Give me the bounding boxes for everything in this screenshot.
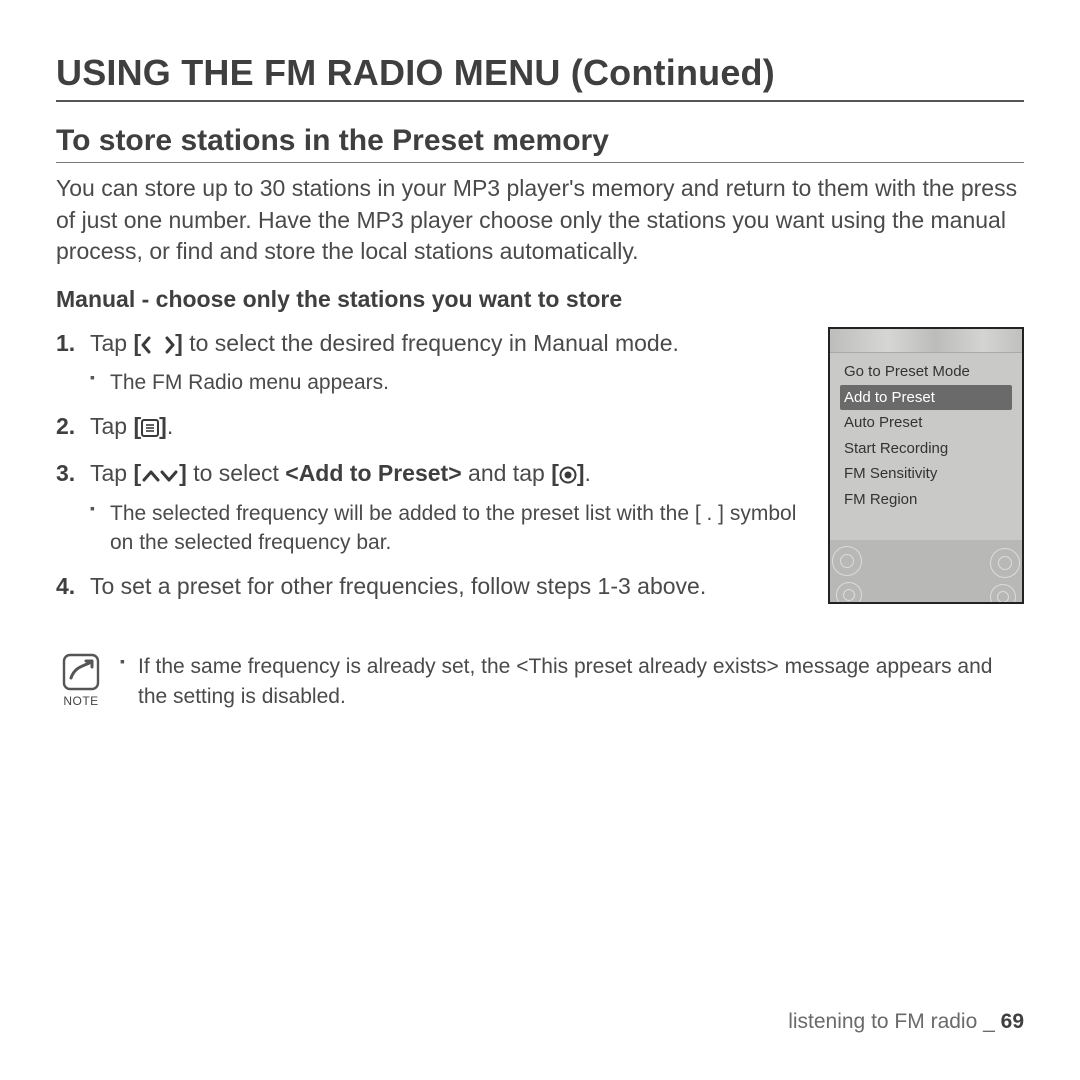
step-1-sub: The FM Radio menu appears. xyxy=(90,368,802,398)
device-menu-list: Go to Preset ModeAdd to PresetAuto Prese… xyxy=(830,353,1022,512)
step-4: To set a preset for other frequencies, f… xyxy=(56,570,802,602)
step-1-text-a: Tap xyxy=(90,330,133,356)
section-heading: To store stations in the Preset memory xyxy=(56,124,1024,163)
page-title: USING THE FM RADIO MENU (Continued) xyxy=(56,52,1024,102)
step-3-text-c: and tap xyxy=(462,460,552,486)
step-3-text-a: Tap xyxy=(90,460,133,486)
note-text: If the same frequency is already set, th… xyxy=(120,652,1024,712)
step-2-text-a: Tap xyxy=(90,413,133,439)
step-3-bold: <Add to Preset> xyxy=(285,460,461,486)
step-3-text-b: to select xyxy=(187,460,285,486)
select-icon xyxy=(559,460,577,492)
step-1: Tap [] to select the desired frequency i… xyxy=(56,327,802,398)
device-menu-item: Start Recording xyxy=(840,436,1012,462)
device-menu-item: Auto Preset xyxy=(840,410,1012,436)
footer-page-number: 69 xyxy=(1001,1010,1024,1033)
step-2-text-b: . xyxy=(167,413,173,439)
step-3-sub: The selected frequency will be added to … xyxy=(90,499,802,559)
step-2: Tap []. xyxy=(56,410,802,445)
subsection-heading: Manual - choose only the stations you wa… xyxy=(56,286,1024,313)
device-titlebar xyxy=(830,329,1022,353)
intro-paragraph: You can store up to 30 stations in your … xyxy=(56,173,1024,268)
device-decor xyxy=(830,540,1022,602)
steps-list: Tap [] to select the desired frequency i… xyxy=(56,327,802,602)
up-down-icon xyxy=(141,460,179,492)
device-menu-item: Go to Preset Mode xyxy=(840,359,1012,385)
step-3-text-d: . xyxy=(585,460,591,486)
device-menu-item: FM Region xyxy=(840,487,1012,513)
page-footer: listening to FM radio _ 69 xyxy=(788,1010,1024,1034)
footer-section: listening to FM radio _ xyxy=(788,1010,995,1033)
step-1-text-b: to select the desired frequency in Manua… xyxy=(183,330,679,356)
left-right-icon xyxy=(141,330,175,362)
step-3: Tap [] to select <Add to Preset> and tap… xyxy=(56,457,802,558)
device-screenshot: Go to Preset ModeAdd to PresetAuto Prese… xyxy=(828,327,1024,604)
menu-icon xyxy=(141,413,159,445)
device-menu-item: FM Sensitivity xyxy=(840,461,1012,487)
note-label: NOTE xyxy=(56,694,106,708)
note-icon xyxy=(56,652,106,692)
note-block: NOTE If the same frequency is already se… xyxy=(56,652,1024,712)
device-menu-item: Add to Preset xyxy=(840,385,1012,411)
